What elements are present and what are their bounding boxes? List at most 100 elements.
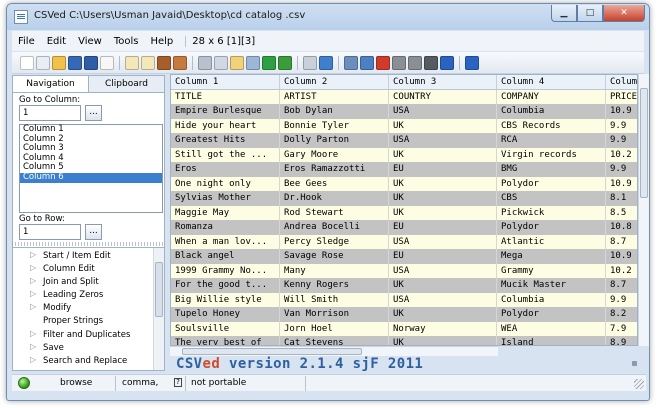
table-cell[interactable]: EU bbox=[389, 220, 497, 235]
table-cell[interactable]: Rod Stewart bbox=[280, 205, 389, 220]
column-header[interactable]: Column 4 bbox=[497, 75, 606, 89]
table-cell[interactable]: UK bbox=[389, 176, 497, 191]
table-cell[interactable]: 9.9 bbox=[606, 119, 637, 134]
table-cell[interactable]: COMPANY bbox=[497, 89, 606, 104]
export-icon[interactable] bbox=[173, 55, 187, 70]
table-cell[interactable]: Dolly Parton bbox=[280, 133, 389, 148]
table-cell[interactable]: Tupelo Honey bbox=[171, 307, 280, 322]
table-row[interactable]: One night only Bee Gees UK Polydor 10.9 bbox=[171, 176, 637, 191]
tree-item[interactable]: ▷ Save bbox=[13, 342, 153, 355]
copy-icon[interactable] bbox=[214, 55, 228, 70]
tree-item[interactable]: Proper Strings bbox=[13, 315, 153, 328]
table-row[interactable]: Big Willie style Will Smith USA Columbia 9.9 bbox=[171, 292, 637, 307]
table-cell[interactable]: The very best of bbox=[171, 336, 280, 345]
scissors-icon[interactable] bbox=[392, 55, 406, 70]
table-cell[interactable]: Maggie May bbox=[171, 205, 280, 220]
check-icon[interactable] bbox=[262, 55, 276, 70]
table-cell[interactable]: Bob Dylan bbox=[280, 104, 389, 119]
tree-item[interactable]: ▷ Start / Item Edit bbox=[13, 250, 153, 263]
maximize-button[interactable]: □ bbox=[577, 5, 603, 22]
minimize-button[interactable]: ▁ bbox=[551, 5, 577, 22]
table-cell[interactable]: 8.5 bbox=[606, 206, 637, 221]
table-cell[interactable]: UK bbox=[389, 191, 497, 206]
save-icon[interactable] bbox=[68, 55, 82, 70]
expand-arrow-icon[interactable]: ▷ bbox=[30, 250, 36, 259]
column-header[interactable]: Column 1 bbox=[171, 75, 280, 89]
go-to-row-input[interactable]: 1 bbox=[19, 224, 81, 240]
table-cell[interactable]: 8.2 bbox=[606, 307, 637, 322]
table-cell[interactable]: 8.1 bbox=[606, 191, 637, 206]
column-header[interactable]: Column 2 bbox=[280, 75, 389, 89]
grid-horizontal-scrollbar[interactable] bbox=[170, 346, 498, 356]
table-row[interactable]: TITLE ARTIST COUNTRY COMPANY PRICE bbox=[171, 89, 637, 105]
table-cell[interactable]: Pickwick bbox=[497, 205, 606, 220]
table-row[interactable]: Romanza Andrea Bocelli EU Polydor 10.8 bbox=[171, 220, 637, 235]
table-cell[interactable]: Eros bbox=[171, 162, 280, 177]
table-cell[interactable]: Savage Rose bbox=[280, 249, 389, 264]
page-icon[interactable] bbox=[125, 55, 139, 70]
table-row[interactable]: Greatest Hits Dolly Parton USA RCA 9.9 bbox=[171, 133, 637, 148]
column-header[interactable]: Column 5 bbox=[606, 75, 637, 89]
tab-clipboard[interactable]: Clipboard bbox=[89, 76, 164, 92]
table-cell[interactable]: Bonnie Tyler bbox=[280, 118, 389, 133]
view-icon[interactable] bbox=[303, 55, 317, 70]
table-cell[interactable]: 10.8 bbox=[606, 220, 637, 235]
table-cell[interactable]: 10.2 bbox=[606, 148, 637, 163]
table-row[interactable]: Soulsville Jorn Hoel Norway WEA 7.9 bbox=[171, 321, 637, 337]
table-cell[interactable]: Jorn Hoel bbox=[280, 321, 389, 336]
table-cell[interactable]: Columbia bbox=[497, 292, 606, 307]
table-cell[interactable]: Sylvias Mother bbox=[171, 191, 280, 206]
table-icon[interactable] bbox=[360, 55, 374, 70]
table-cell[interactable]: 8.9 bbox=[606, 336, 637, 345]
table-cell[interactable]: Atlantic bbox=[497, 234, 606, 249]
table-cell[interactable]: EU bbox=[389, 249, 497, 264]
open-folder-icon[interactable] bbox=[52, 55, 66, 70]
table-cell[interactable]: 8.7 bbox=[606, 278, 637, 293]
checkbox-icon[interactable] bbox=[278, 55, 292, 70]
table-cell[interactable]: 10.9 bbox=[606, 249, 637, 264]
go-to-column-input[interactable]: 1 bbox=[19, 105, 81, 121]
table-cell[interactable]: 7.9 bbox=[606, 322, 637, 337]
table-cell[interactable]: 9.9 bbox=[606, 162, 637, 177]
expand-arrow-icon[interactable]: ▷ bbox=[30, 329, 36, 338]
table-row[interactable]: Empire Burlesque Bob Dylan USA Columbia 10.9 bbox=[171, 104, 637, 119]
table-cell[interactable]: UK bbox=[389, 307, 497, 322]
table-cell[interactable]: BMG bbox=[497, 162, 606, 177]
table-cell[interactable]: RCA bbox=[497, 133, 606, 148]
grid-icon[interactable] bbox=[424, 55, 438, 70]
grid-vertical-scrollbar-thumb[interactable] bbox=[640, 88, 648, 198]
table-cell[interactable]: COUNTRY bbox=[389, 89, 497, 104]
menu-tools[interactable]: Tools bbox=[108, 36, 145, 47]
table-cell[interactable]: Kenny Rogers bbox=[280, 278, 389, 293]
table-cell[interactable]: PRICE bbox=[606, 90, 637, 105]
tree-scrollbar-thumb[interactable] bbox=[155, 262, 163, 317]
delete-icon[interactable] bbox=[376, 55, 390, 70]
column-list-item[interactable]: Column 6 bbox=[20, 172, 162, 183]
table-cell[interactable]: Mucik Master bbox=[497, 278, 606, 293]
new-icon[interactable] bbox=[20, 55, 34, 70]
go-to-row-button[interactable]: ... bbox=[85, 224, 102, 240]
table-cell[interactable]: One night only bbox=[171, 176, 280, 191]
table-cell[interactable]: UK bbox=[389, 278, 497, 293]
table-cell[interactable]: UK bbox=[389, 205, 497, 220]
table-cell[interactable]: When a man lov... bbox=[171, 234, 280, 249]
table-cell[interactable]: Grammy bbox=[497, 263, 606, 278]
table-cell[interactable]: 1999 Grammy No... bbox=[171, 263, 280, 278]
page-edit-icon[interactable] bbox=[141, 55, 155, 70]
table-row[interactable]: Still got the ... Gary Moore UK Virgin reco… bbox=[171, 147, 637, 163]
grid-vertical-scrollbar[interactable] bbox=[638, 74, 649, 346]
copy-doc-icon[interactable] bbox=[36, 55, 50, 70]
table-cell[interactable]: WEA bbox=[497, 321, 606, 336]
tree-item[interactable]: ▷ Search and Replace bbox=[13, 355, 153, 368]
table-cell[interactable]: Percy Sledge bbox=[280, 234, 389, 249]
close-button[interactable]: ✕ bbox=[603, 5, 645, 22]
table-cell[interactable]: Many bbox=[280, 263, 389, 278]
table-cell[interactable]: USA bbox=[389, 292, 497, 307]
table-cell[interactable]: Bee Gees bbox=[280, 176, 389, 191]
table-cell[interactable]: Island bbox=[497, 336, 606, 345]
table-cell[interactable]: 9.9 bbox=[606, 133, 637, 148]
table-row[interactable]: Eros Eros Ramazzotti EU BMG 9.9 bbox=[171, 162, 637, 177]
table-cell[interactable]: Polydor bbox=[497, 307, 606, 322]
tree-item[interactable]: ▷ Leading Zeros bbox=[13, 289, 153, 302]
table-cell[interactable]: Virgin records bbox=[497, 147, 606, 162]
